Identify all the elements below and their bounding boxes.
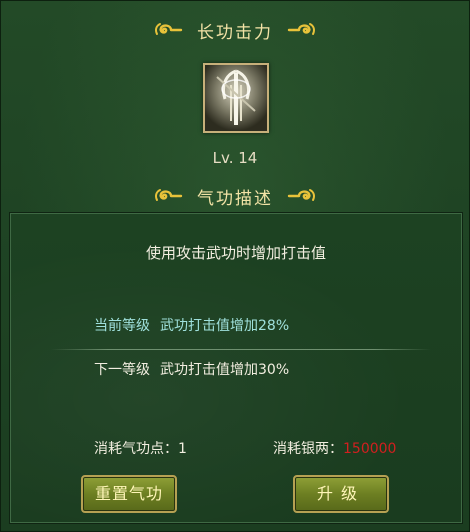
divider: [51, 349, 431, 350]
right-swirl-ornament-icon: [287, 23, 315, 35]
reset-skill-button[interactable]: 重置气功: [81, 475, 177, 513]
skill-point-cost-value: 1: [178, 441, 187, 457]
upgrade-button[interactable]: 升级: [293, 475, 389, 513]
skill-point-cost-label: 消耗气功点：: [94, 441, 178, 457]
current-level-label: 当前等级: [94, 318, 150, 334]
skill-title-bar: 长功击力: [1, 15, 469, 45]
right-swirl-ornament-icon: [287, 189, 315, 201]
skill-level: Lv. 14: [212, 149, 258, 167]
description-title: 气功描述: [197, 188, 273, 209]
next-level-row: 下一等级 武功打击值增加30%: [94, 359, 289, 379]
silver-cost-label: 消耗银两：: [273, 441, 343, 457]
next-level-effect: 武功打击值增加30%: [160, 362, 290, 378]
skill-icon[interactable]: [203, 63, 269, 133]
staff-skill-icon: [205, 65, 267, 131]
skill-description: 使用攻击武功时增加打击值: [145, 244, 326, 262]
skill-point-cost: 消耗气功点：1: [94, 438, 187, 458]
left-swirl-ornament-icon: [155, 189, 183, 201]
left-swirl-ornament-icon: [155, 23, 183, 35]
skill-name: 长功击力: [197, 22, 273, 43]
description-box: 使用攻击武功时增加打击值 当前等级 武功打击值增加28% 下一等级 武功打击值增加3…: [10, 213, 462, 523]
silver-cost: 消耗银两：150000: [273, 438, 396, 458]
silver-cost-value: 150000: [343, 441, 397, 457]
current-level-effect: 武功打击值增加28%: [160, 318, 290, 334]
next-level-label: 下一等级: [94, 362, 150, 378]
description-title-bar: 气功描述: [1, 181, 469, 211]
current-level-row: 当前等级 武功打击值增加28%: [94, 315, 289, 335]
skill-panel: 长功击力 Lv. 14 气功描述 使用攻击武功时增加打击值 当前等级 武功打击值…: [0, 0, 470, 532]
